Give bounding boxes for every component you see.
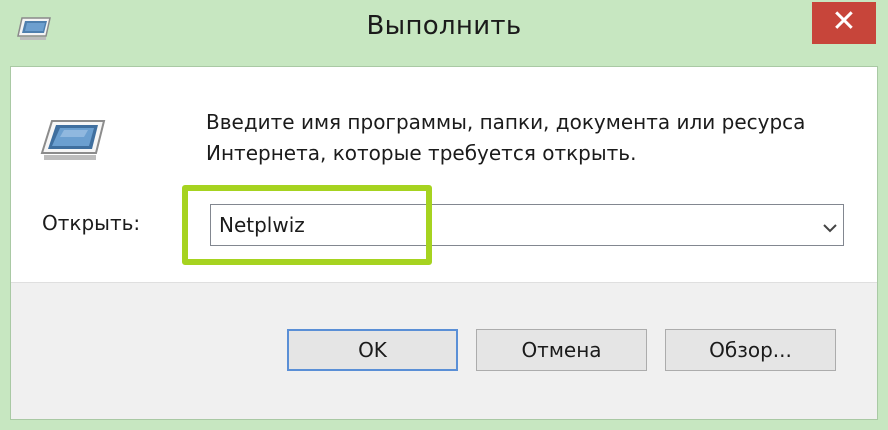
run-icon [38,115,108,165]
title-bar[interactable]: Выполнить ✕ [0,0,888,66]
open-label: Открыть: [42,211,141,235]
run-dialog-window: Выполнить ✕ Введите имя программы, папки… [0,0,888,430]
input-highlight-frame [182,185,432,265]
window-title: Выполнить [366,11,522,41]
dialog-body: Введите имя программы, папки, документа … [10,66,878,420]
instruction-text: Введите имя программы, папки, документа … [206,107,866,169]
instruction-line-2: Интернета, которые требуется открыть. [206,141,637,165]
instruction-line-1: Введите имя программы, папки, документа … [206,110,806,134]
chevron-down-icon[interactable] [823,219,837,233]
close-icon: ✕ [831,4,857,39]
browse-button[interactable]: Обзор... [665,329,836,371]
ok-button[interactable]: OK [287,329,458,371]
close-button[interactable]: ✕ [812,2,876,44]
cancel-button[interactable]: Отмена [476,329,647,371]
